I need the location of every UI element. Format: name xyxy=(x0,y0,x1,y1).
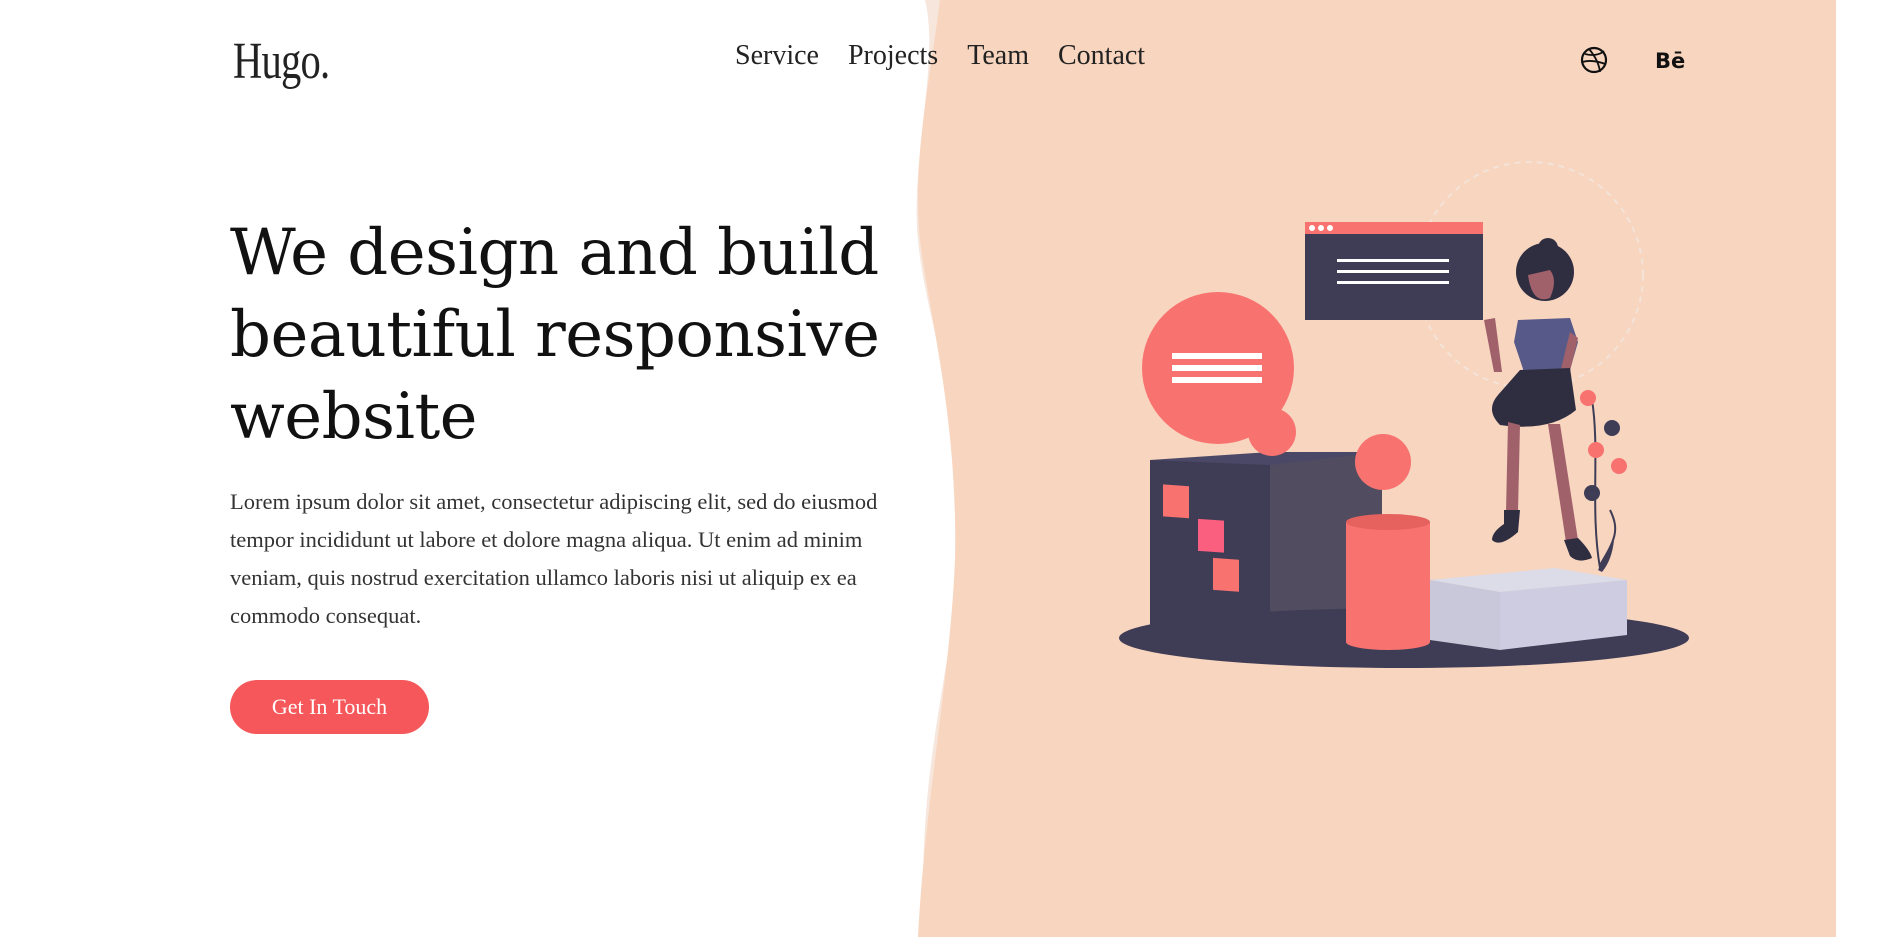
illustration-small-coral-circle xyxy=(1355,434,1411,490)
illustration-lavender-box xyxy=(1430,568,1627,650)
main-nav: Service Projects Team Contact xyxy=(735,40,1145,72)
hero-description: Lorem ipsum dolor sit amet, consectetur … xyxy=(230,489,878,628)
nav-item-team[interactable]: Team xyxy=(967,40,1029,72)
illustration-plant xyxy=(1580,390,1627,572)
nav-item-projects[interactable]: Projects xyxy=(848,40,938,72)
brand-logo[interactable]: Hugo. xyxy=(233,32,330,91)
nav-item-service[interactable]: Service xyxy=(735,40,819,72)
hero-illustration xyxy=(1119,161,1689,668)
get-in-touch-button[interactable]: Get In Touch xyxy=(230,680,429,734)
illustration-cylinder xyxy=(1346,514,1430,650)
illustration-chat-bubble xyxy=(1142,292,1296,456)
nav-item-contact[interactable]: Contact xyxy=(1058,40,1145,72)
hero-title: We design and build beautiful responsive… xyxy=(230,216,880,454)
dribbble-icon[interactable] xyxy=(1580,46,1608,74)
behance-icon[interactable]: Bē xyxy=(1655,49,1685,73)
illustration-browser-window xyxy=(1305,222,1483,320)
illustration-woman xyxy=(1484,238,1592,561)
